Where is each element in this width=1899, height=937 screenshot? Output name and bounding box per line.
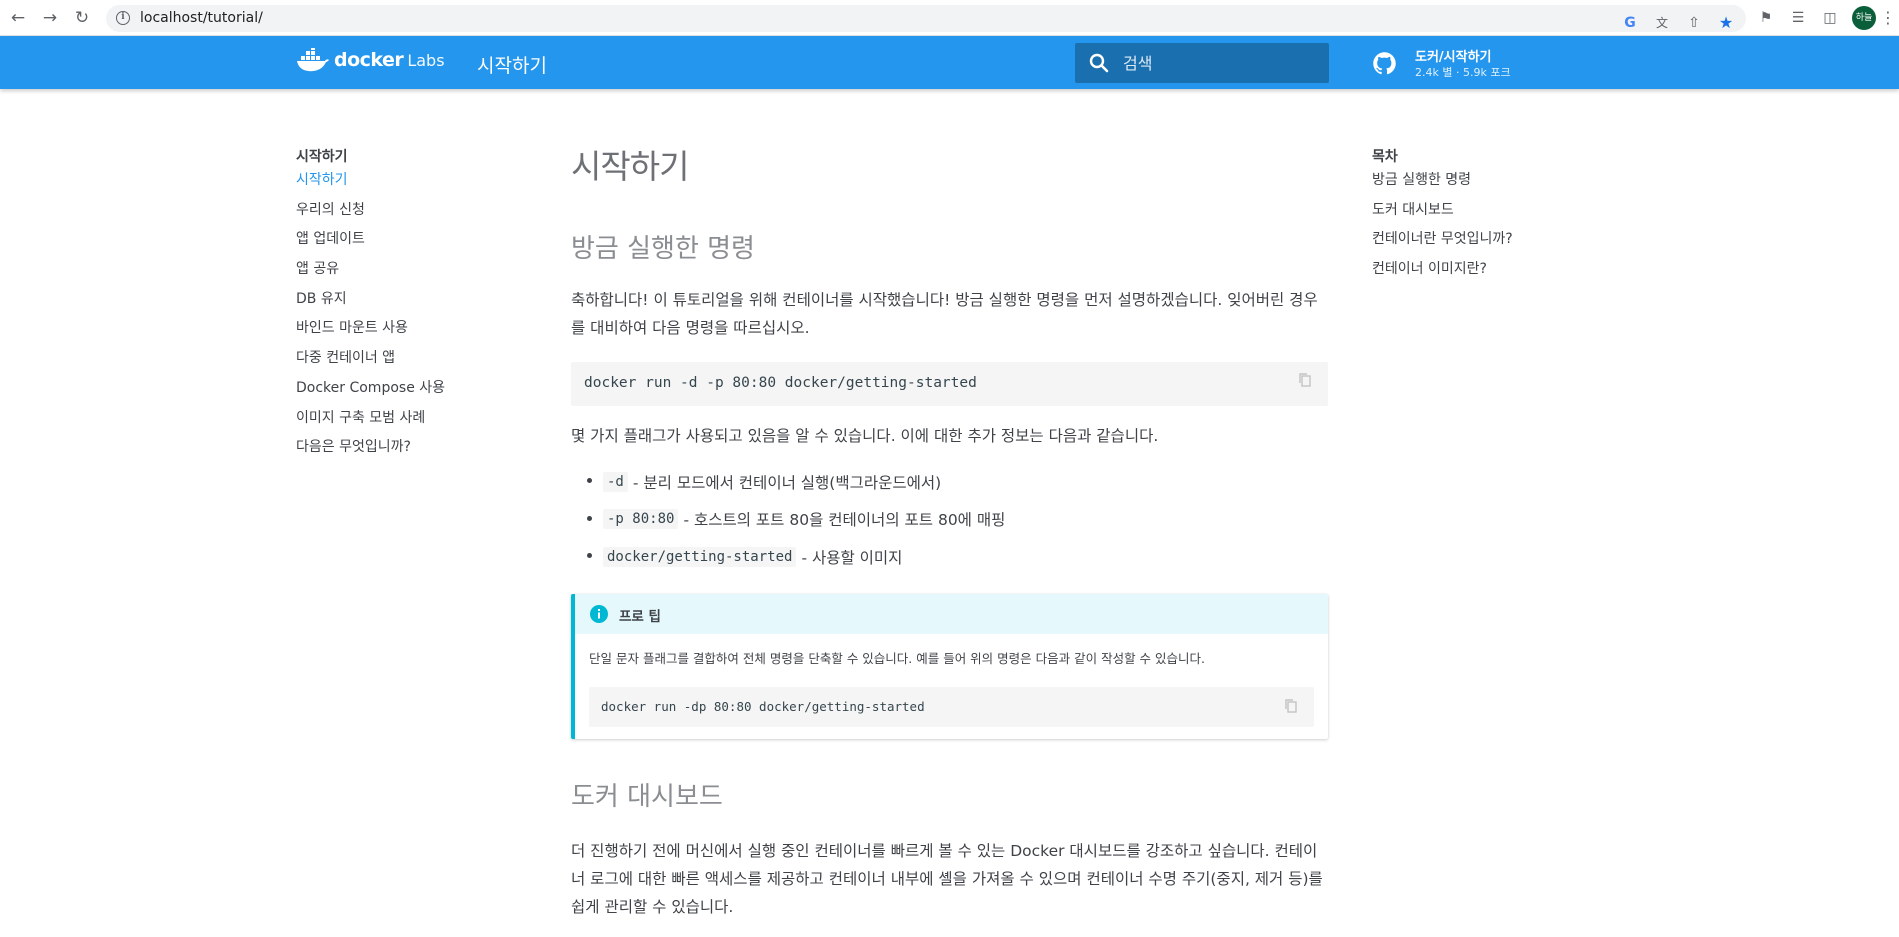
copy-icon[interactable] [1283, 698, 1299, 714]
toc-item[interactable]: 방금 실행한 명령 [1372, 166, 1622, 196]
toc-item[interactable]: 도커 대시보드 [1372, 196, 1622, 226]
side-panel-icon[interactable]: ◫ [1820, 8, 1840, 28]
list-item: docker/getting-started - 사용할 이미지 [587, 538, 1005, 576]
tip-command-code: docker run -dp 80:80 docker/getting-star… [601, 699, 925, 714]
flags-intro: 몇 가지 플래그가 사용되고 있음을 알 수 있습니다. 이에 대한 추가 정보… [571, 427, 1159, 445]
search-box[interactable] [1075, 43, 1329, 83]
extensions-puzzle-icon[interactable]: ⚑ [1756, 8, 1776, 28]
nav-item-multi-container[interactable]: 다중 컨테이너 앱 [296, 344, 516, 374]
toc-item[interactable]: 컨테이너 이미지란? [1372, 255, 1622, 285]
admonition-title: 프로 팁 [619, 609, 661, 625]
command-code: docker run -d -p 80:80 docker/getting-st… [584, 375, 977, 391]
tip-code-block[interactable]: docker run -dp 80:80 docker/getting-star… [589, 687, 1314, 727]
copy-icon[interactable] [1297, 372, 1313, 388]
site-info-icon[interactable]: i [116, 11, 130, 25]
search-input[interactable] [1123, 51, 1313, 75]
docker-whale-icon [297, 48, 329, 72]
admonition-text: 단일 문자 플래그를 결합하여 전체 명령을 단축할 수 있습니다. 예를 들어… [589, 651, 1205, 666]
flags-list: -d - 분리 모드에서 컨테이너 실행(백그라운드에서) -p 80:80- 호… [587, 463, 1005, 576]
logo-text: docker [334, 49, 404, 71]
toc-heading: 목차 [1372, 149, 1398, 165]
admonition-header: 프로 팁 [575, 594, 1328, 634]
flag-description: - 사용할 이미지 [801, 548, 903, 567]
inline-code: -p 80:80 [603, 509, 679, 530]
repo-facts: 2.4k 별 · 5.9k 포크 [1415, 66, 1511, 79]
repo-name: 도커/시작하기 [1415, 50, 1492, 65]
reload-icon[interactable]: ↻ [72, 8, 92, 28]
logo-sub: Labs [407, 50, 445, 70]
toc-item[interactable]: 컨테이너란 무엇입니까? [1372, 225, 1622, 255]
left-navigation: 시작하기 시작하기 우리의 신청 앱 업데이트 앱 공유 DB 유지 바인드 마… [296, 146, 516, 463]
intro-paragraph: 축하합니다! 이 튜토리얼을 위해 컨테이너를 시작했습니다! 방금 실행한 명… [571, 291, 1318, 337]
flag-description: - 분리 모드에서 컨테이너 실행(백그라운드에서) [632, 473, 942, 492]
nav-item-our-application[interactable]: 우리의 신청 [296, 196, 516, 226]
nav-item-updating-app[interactable]: 앱 업데이트 [296, 225, 516, 255]
nav-item-docker-compose[interactable]: Docker Compose 사용 [296, 374, 516, 404]
nav-item-persisting-db[interactable]: DB 유지 [296, 285, 516, 315]
translate-icon[interactable]: 文 [1652, 13, 1672, 33]
table-of-contents: 목차 방금 실행한 명령 도커 대시보드 컨테이너란 무엇입니까? 컨테이너 이… [1372, 146, 1622, 285]
github-octocat-icon [1373, 52, 1396, 75]
docker-labs-logo[interactable]: docker Labs [296, 48, 445, 72]
browser-toolbar: ← → ↻ i localhost/tutorial/ G 文 ⇧ ★ ⚑ ☰ … [0, 0, 1899, 36]
media-playlist-icon[interactable]: ☰ [1788, 8, 1808, 28]
google-icon[interactable]: G [1620, 13, 1640, 33]
command-code-block[interactable]: docker run -d -p 80:80 docker/getting-st… [571, 362, 1328, 406]
list-item: -p 80:80- 호스트의 포트 80을 컨테이너의 포트 80에 매핑 [587, 501, 1005, 539]
address-bar[interactable]: i localhost/tutorial/ G 文 ⇧ ★ [106, 5, 1746, 32]
inline-code: docker/getting-started [603, 546, 797, 567]
nav-item-getting-started[interactable]: 시작하기 [296, 166, 516, 196]
nav-heading: 시작하기 [296, 149, 348, 165]
url-text[interactable]: localhost/tutorial/ [140, 10, 263, 26]
nav-item-sharing-app[interactable]: 앱 공유 [296, 255, 516, 285]
info-icon [590, 605, 608, 623]
pro-tip-admonition: 프로 팁 단일 문자 플래그를 결합하여 전체 명령을 단축할 수 있습니다. … [571, 594, 1328, 739]
section-heading-dashboard: 도커 대시보드 [571, 782, 723, 812]
list-item: -d - 분리 모드에서 컨테이너 실행(백그라운드에서) [587, 463, 1005, 501]
dashboard-paragraph: 더 진행하기 전에 머신에서 실행 중인 컨테이너를 빠르게 볼 수 있는 Do… [571, 842, 1323, 916]
search-icon[interactable] [1089, 53, 1109, 73]
flag-description: - 호스트의 포트 80을 컨테이너의 포트 80에 매핑 [683, 511, 1006, 530]
forward-arrow-icon[interactable]: → [40, 8, 60, 28]
page-title: 시작하기 [571, 147, 689, 186]
back-arrow-icon[interactable]: ← [8, 8, 28, 28]
share-icon[interactable]: ⇧ [1684, 13, 1704, 33]
site-title[interactable]: 시작하기 [477, 51, 547, 78]
nav-item-whats-next[interactable]: 다음은 무엇입니까? [296, 433, 516, 463]
nav-item-bind-mounts[interactable]: 바인드 마운트 사용 [296, 314, 516, 344]
inline-code: -d [603, 471, 628, 492]
site-header: docker Labs 시작하기 도커/시작하기 2.4k 별 · 5.9k 포… [0, 36, 1899, 89]
bookmark-star-icon[interactable]: ★ [1716, 13, 1736, 33]
kebab-menu-icon[interactable]: ⋮ [1878, 8, 1898, 28]
profile-avatar[interactable]: 하늘 [1852, 6, 1876, 30]
nav-item-best-practices[interactable]: 이미지 구축 모범 사례 [296, 404, 516, 434]
section-heading-command: 방금 실행한 명령 [571, 234, 755, 264]
